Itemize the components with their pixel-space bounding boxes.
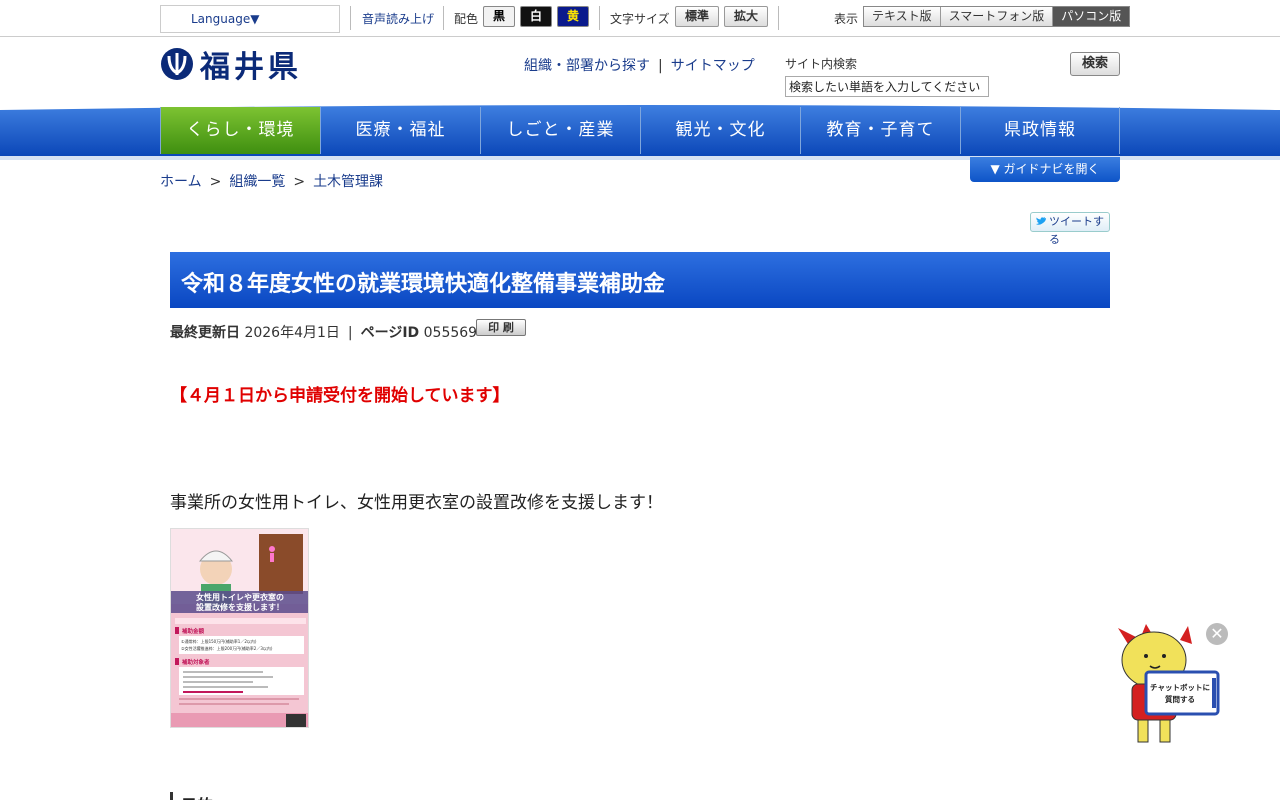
view-text-button[interactable]: テキスト版 [864,7,941,26]
global-nav: くらし・環境 医療・福祉 しごと・産業 観光・文化 教育・子育て 県政情報 [0,96,1280,160]
chatbot-launcher[interactable]: チャットボットに 質問する [1110,622,1222,752]
chatbot-bubble-line1: チャットボットに [1150,682,1210,692]
nav-item-work[interactable]: しごと・産業 [480,107,640,154]
site-logo[interactable]: 福井県 [160,42,302,86]
color-label: 配色 [454,12,479,26]
view-mode-group: テキスト版 スマートフォン版 パソコン版 [863,6,1131,27]
notice-text: 【４月１日から申請受付を開始しています】 [170,386,510,406]
section-heading: 目的 [170,792,370,800]
flyer-image: 女性用トイレや更衣室の 設置改修を支援します！ 補助金額 ①通常枠：上限150万… [171,529,308,727]
page-id-value: 055569 [423,325,478,341]
nav-item-medical[interactable]: 医療・福祉 [320,107,480,154]
chatbot-bubble-line2: 質問する [1165,694,1195,704]
breadcrumb-current[interactable]: 土木管理課 [313,174,383,190]
flyer-line-2: ②女性活躍推進枠：上限200万円(補助率2／3以内) [181,645,273,651]
fukui-emblem-icon [161,48,193,80]
twitter-bird-icon [1036,217,1046,225]
fontsize-standard-button[interactable]: 標準 [675,6,719,27]
breadcrumb-home[interactable]: ホーム [160,174,202,190]
nav-item-tourism[interactable]: 観光・文化 [640,107,800,154]
flyer-thumbnail[interactable]: 女性用トイレや更衣室の 設置改修を支援します！ 補助金額 ①通常枠：上限150万… [170,528,309,728]
color-yellow-button[interactable]: 黄 [557,6,589,27]
updated-label: 最終更新日 [170,325,240,341]
divider: | [347,325,353,341]
flyer-headline-2: 設置改修を支援します！ [196,602,284,612]
view-smartphone-button[interactable]: スマートフォン版 [940,7,1054,26]
display-label: 表示 [834,12,859,26]
search-label: サイト内検索 [785,57,858,71]
flyer-line-1: ①通常枠：上限150万円(補助率1／2以内) [181,638,257,644]
breadcrumb-separator: > [293,174,306,190]
page-title: 令和８年度女性の就業環境快適化整備事業補助金 [170,252,1110,308]
updated-value: 2026年4月1日 [244,325,340,341]
divider [443,6,444,30]
color-white-button[interactable]: 白 [520,6,552,27]
page-meta: 最終更新日 2026年4月1日 | ページID 055569 [170,322,477,342]
language-select[interactable]: Language▼ [160,5,340,33]
intro-text: 事業所の女性用トイレ、女性用更衣室の設置改修を支援します！ [170,493,663,513]
view-pc-button[interactable]: パソコン版 [1053,7,1130,26]
divider [778,6,779,30]
speech-reader-link[interactable]: 音声読み上げ [362,10,434,27]
search-input[interactable] [785,76,989,97]
page-id-label: ページID [360,325,420,341]
utility-bar: Language▼ 音声読み上げ 配色 黒 白 黄 文字サイズ 標準 拡大 表示… [0,0,1280,37]
divider [599,6,600,30]
fontsize-label: 文字サイズ [610,12,670,26]
flyer-section-amount: 補助金額 [181,627,205,635]
nav-item-government[interactable]: 県政情報 [960,107,1120,154]
divider [350,6,351,30]
sitemap-link[interactable]: サイトマップ [671,58,755,74]
header-links: 組織・部署から探す | サイトマップ [524,55,755,75]
breadcrumb-separator: > [209,174,222,190]
breadcrumb-org-list[interactable]: 組織一覧 [229,174,285,190]
nav-item-living[interactable]: くらし・環境 [160,107,320,154]
search-button[interactable]: 検索 [1070,52,1120,76]
print-button[interactable]: 印 刷 [476,319,526,336]
guide-navi-button[interactable]: ▼ ガイドナビを開く [970,157,1120,182]
tweet-label: ツイートする [1049,215,1104,246]
flyer-section-target: 補助対象者 [181,658,210,666]
color-black-button[interactable]: 黒 [483,6,515,27]
nav-item-education[interactable]: 教育・子育て [800,107,960,154]
breadcrumb: ホーム > 組織一覧 > 土木管理課 [160,171,383,191]
tweet-button[interactable]: ツイートする [1030,212,1110,246]
chatbot-close-icon[interactable]: ✕ [1206,623,1228,645]
divider: | [658,58,663,74]
fontsize-large-button[interactable]: 拡大 [724,6,768,27]
logo-text: 福井県 [200,50,302,85]
org-search-link[interactable]: 組織・部署から探す [524,58,650,74]
flyer-headline-1: 女性用トイレや更衣室の [196,592,284,602]
